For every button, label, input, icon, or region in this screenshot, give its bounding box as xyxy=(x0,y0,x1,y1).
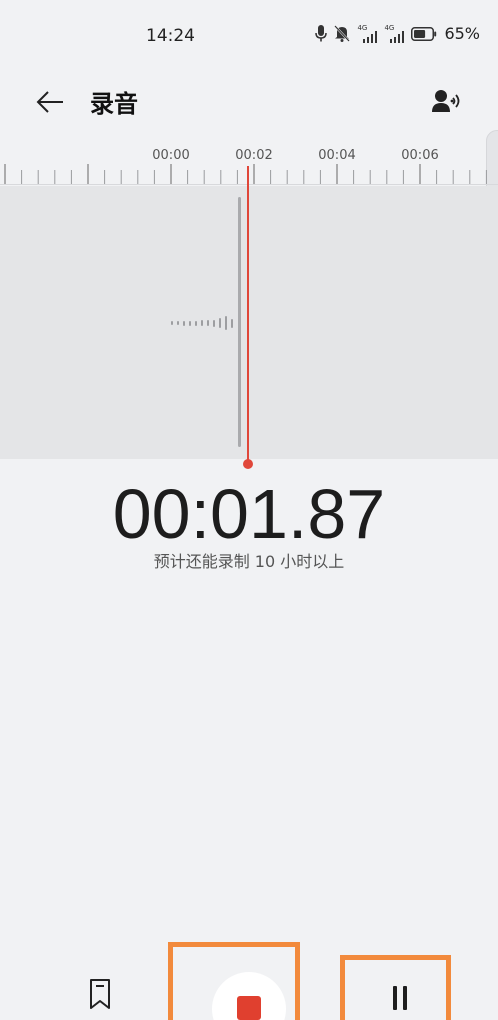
arrow-left-icon xyxy=(36,91,63,113)
waveform-bar xyxy=(231,318,233,328)
elapsed-timer: 00:01.87 xyxy=(112,475,386,553)
voice-mode-button[interactable] xyxy=(428,84,468,120)
waveform-bar xyxy=(219,318,221,328)
waveform-bar xyxy=(213,319,215,327)
speaker-voice-icon xyxy=(432,90,460,112)
remaining-time-hint: 预计还能录制 10 小时以上 xyxy=(153,552,345,571)
timeline-ruler: 00:00 00:02 00:04 00:06 xyxy=(0,140,498,186)
signal-icon: 4G xyxy=(357,24,378,43)
page-title: 录音 xyxy=(90,90,138,118)
battery-fill xyxy=(414,29,426,38)
waveform-area xyxy=(0,186,498,459)
waveform-bar xyxy=(189,320,191,326)
bookmark-icon xyxy=(90,979,110,1009)
waveform-bar xyxy=(183,320,185,326)
status-icons: 4G 4G 65% xyxy=(315,24,480,43)
waveform-bar xyxy=(207,320,209,326)
bell-mute-icon xyxy=(334,25,351,42)
playhead-line xyxy=(247,166,249,464)
recorder-screen: 14:24 4G 4G 65% 录音 00:00 00:02 00:04 00:… xyxy=(0,0,498,1020)
status-time: 14:24 xyxy=(146,26,195,46)
status-bar: 14:24 4G 4G 65% xyxy=(0,0,498,72)
mark-button[interactable] xyxy=(83,978,117,1018)
waveform-bar xyxy=(195,320,197,326)
battery-percent: 65% xyxy=(444,24,480,43)
mic-icon xyxy=(315,25,328,42)
ruler-ticks xyxy=(4,164,487,184)
app-header: 录音 xyxy=(0,72,498,132)
signal-icon: 4G xyxy=(384,24,405,43)
waveform-bar xyxy=(177,321,179,325)
pause-icon xyxy=(393,986,397,1010)
ruler-baseline xyxy=(0,184,498,185)
pause-icon xyxy=(403,986,407,1010)
pause-button[interactable] xyxy=(380,978,420,1018)
waveform-bar xyxy=(225,316,227,330)
back-button[interactable] xyxy=(30,82,70,122)
stop-icon xyxy=(237,996,261,1020)
playhead-dot xyxy=(243,459,253,469)
waveform-bar xyxy=(201,320,203,326)
waveform-bar xyxy=(171,321,173,325)
battery-icon xyxy=(411,26,437,41)
waveform-cursor-line xyxy=(238,197,241,447)
